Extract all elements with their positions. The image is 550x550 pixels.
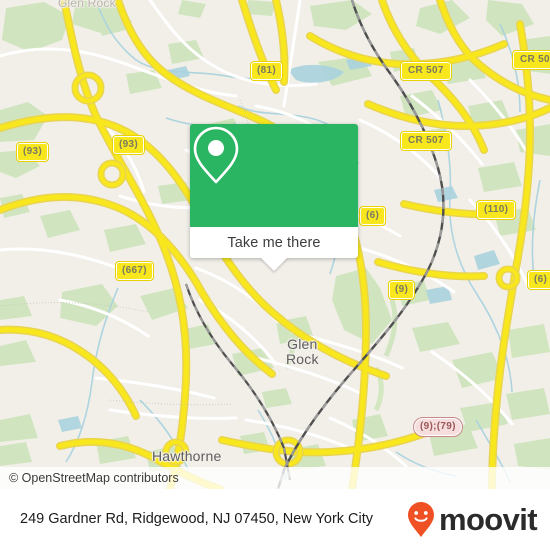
road-shield-9: (9) (387, 280, 416, 300)
openstreetmap-attribution[interactable]: © OpenStreetMap contributors (0, 471, 179, 485)
road-shield-cr507-b: CR 507 (400, 131, 452, 151)
map-label-partial-top: Glen Rock (58, 0, 116, 10)
road-shield-667: (667) (115, 261, 154, 281)
map-canvas[interactable]: Glen Rock Glen Rock Hawthorne (81) CR 50… (0, 0, 550, 489)
road-shield-93-a: (93) (112, 135, 145, 155)
road-shield-110: (110) (475, 200, 517, 220)
map-pin-icon (193, 126, 239, 184)
road-shield-cr507-a: CR 507 (400, 61, 452, 81)
popup-tail-pointer (260, 257, 288, 271)
moovit-brand[interactable]: moovit (407, 501, 538, 539)
popup-action-area[interactable]: Take me there (190, 227, 358, 271)
take-me-there-label: Take me there (227, 234, 321, 251)
map-label-glen-rock-line1: Glen (287, 336, 318, 352)
moovit-wordmark: moovit (438, 502, 538, 537)
address-text: 249 Gardner Rd, Ridgewood, NJ 07450, New… (20, 511, 374, 527)
map-label-glen-rock-line2: Rock (286, 351, 319, 367)
footer-bar: 249 Gardner Rd, Ridgewood, NJ 07450, New… (0, 489, 550, 550)
map-share-card: Glen Rock Glen Rock Hawthorne (81) CR 50… (0, 0, 550, 550)
road-shield-9-79: (9);(79) (413, 417, 463, 437)
moovit-smiley-pin-icon (407, 501, 434, 537)
map-attribution-bar: © OpenStreetMap contributors (0, 467, 550, 489)
road-shield-6-b: (6) (526, 270, 550, 290)
road-shield-93-b: (93) (16, 142, 49, 162)
map-label-hawthorne: Hawthorne (152, 448, 222, 464)
map-label-glen-rock: Glen Rock (286, 337, 319, 367)
road-shield-cr507-c: CR 507 (512, 50, 550, 70)
road-shield-6-a: (6) (358, 206, 387, 226)
popup-icon-area (190, 124, 358, 227)
location-popup-card[interactable]: Take me there (190, 124, 358, 271)
road-shield-81: (81) (250, 61, 283, 81)
